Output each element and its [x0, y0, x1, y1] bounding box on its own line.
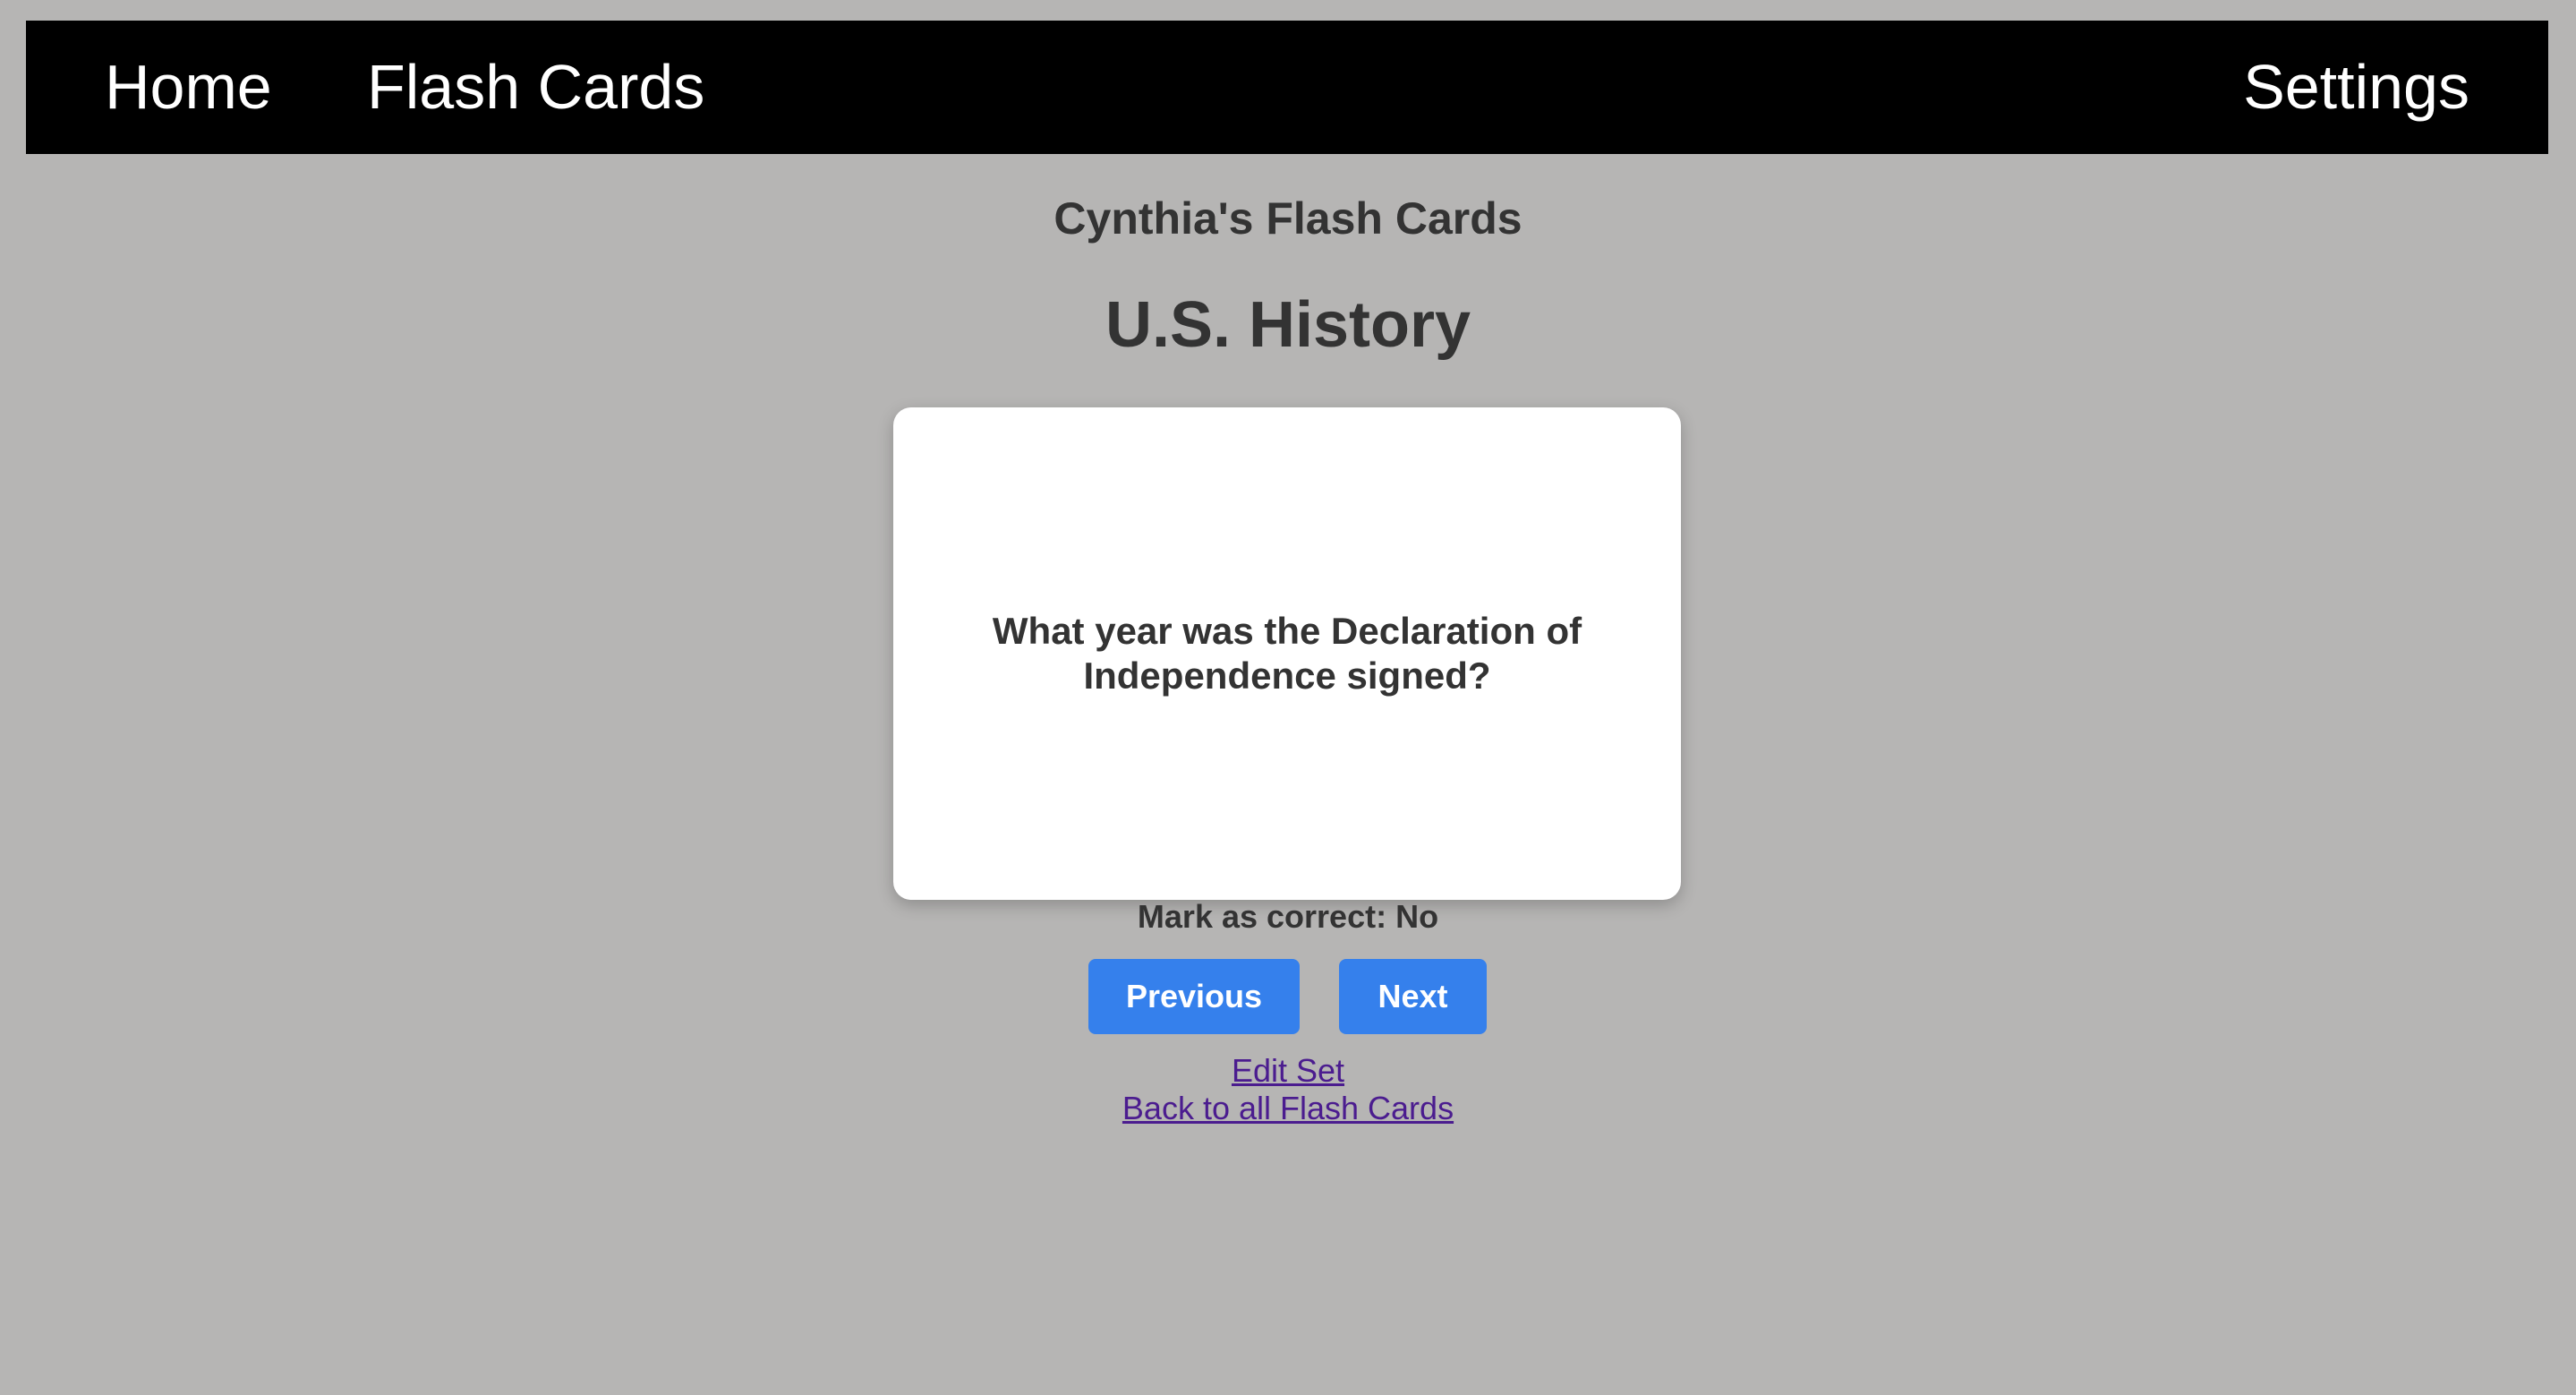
- footer-links: Edit Set Back to all Flash Cards: [0, 1052, 2576, 1127]
- nav-settings-link[interactable]: Settings: [2243, 21, 2469, 154]
- previous-button[interactable]: Previous: [1088, 959, 1300, 1034]
- mark-correct-value: No: [1395, 898, 1439, 935]
- next-button[interactable]: Next: [1339, 959, 1487, 1034]
- nav-flash-cards-link[interactable]: Flash Cards: [367, 21, 704, 154]
- top-navbar: Home Flash Cards Settings: [26, 21, 2548, 154]
- flash-card[interactable]: What year was the Declaration of Indepen…: [893, 407, 1681, 900]
- mark-correct-label: Mark as correct:: [1137, 898, 1387, 935]
- edit-set-link[interactable]: Edit Set: [1232, 1052, 1344, 1089]
- card-question: What year was the Declaration of Indepen…: [992, 610, 1582, 697]
- set-title: U.S. History: [1105, 289, 1471, 361]
- page-title: Cynthia's Flash Cards: [1053, 193, 1523, 244]
- nav-home-link[interactable]: Home: [105, 21, 272, 154]
- back-to-flash-cards-link[interactable]: Back to all Flash Cards: [1122, 1090, 1454, 1126]
- mark-correct-toggle[interactable]: Mark as correct: No: [0, 898, 2576, 936]
